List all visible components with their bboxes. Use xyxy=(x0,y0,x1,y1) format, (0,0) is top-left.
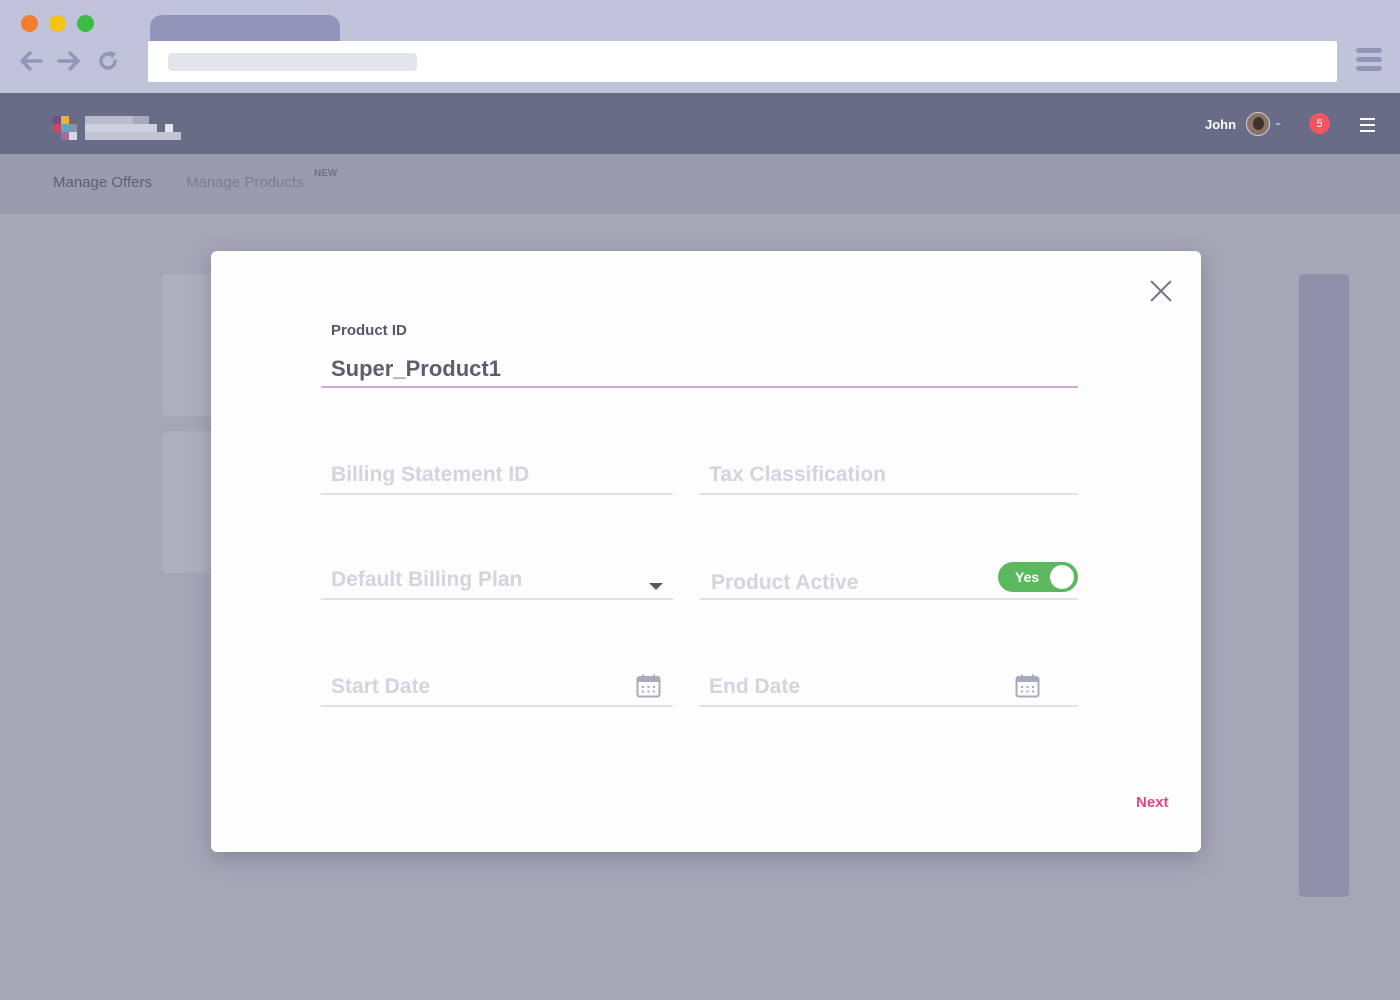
default-billing-plan-underline xyxy=(321,598,673,600)
start-date-input[interactable] xyxy=(321,667,673,707)
product-modal: Product ID Product Active Yes xyxy=(211,251,1201,852)
product-id-label: Product ID xyxy=(331,322,407,339)
product-active-underline xyxy=(699,598,1078,600)
product-active-label: Product Active xyxy=(711,571,859,594)
window-close-dot[interactable] xyxy=(21,15,38,32)
default-billing-plan-select[interactable] xyxy=(321,560,673,600)
product-active-toggle[interactable]: Yes xyxy=(998,562,1078,592)
address-bar[interactable] xyxy=(148,41,1337,82)
toggle-knob xyxy=(1050,565,1074,589)
back-arrow-icon[interactable] xyxy=(17,47,45,75)
start-date-underline xyxy=(321,705,673,707)
calendar-icon[interactable] xyxy=(1015,674,1040,698)
close-icon[interactable] xyxy=(1149,279,1173,303)
product-id-underline xyxy=(321,386,1078,388)
user-menu-caret-icon[interactable] xyxy=(1275,123,1281,126)
tax-classification-field xyxy=(699,455,1078,495)
tab-manage-offers[interactable]: Manage Offers xyxy=(53,174,152,191)
app-logo xyxy=(53,116,183,140)
app-menu-icon[interactable] xyxy=(1360,118,1376,132)
next-button[interactable]: Next xyxy=(1136,794,1169,811)
window-minimize-dot[interactable] xyxy=(49,15,66,32)
product-active-field: Product Active Yes xyxy=(699,560,1078,600)
chevron-down-icon[interactable] xyxy=(649,583,663,590)
calendar-icon[interactable] xyxy=(636,674,661,698)
user-avatar[interactable] xyxy=(1246,112,1270,136)
user-name[interactable]: John xyxy=(1205,117,1236,132)
background-side-panel xyxy=(1299,274,1349,897)
browser-chrome xyxy=(0,0,1400,93)
end-date-field xyxy=(699,667,1078,707)
product-id-field xyxy=(321,348,1078,388)
tax-classification-underline xyxy=(699,493,1078,495)
window-maximize-dot[interactable] xyxy=(77,15,94,32)
forward-arrow-icon[interactable] xyxy=(55,47,83,75)
billing-statement-id-underline xyxy=(321,493,673,495)
reload-icon[interactable] xyxy=(94,47,122,75)
new-tag: NEW xyxy=(314,168,338,179)
default-billing-plan-input[interactable] xyxy=(321,560,673,600)
billing-statement-id-field xyxy=(321,455,673,495)
browser-tab[interactable] xyxy=(150,15,340,43)
notification-badge[interactable]: 5 xyxy=(1309,113,1330,134)
product-id-input[interactable] xyxy=(321,348,1078,388)
url-placeholder xyxy=(168,53,417,71)
toggle-state-text: Yes xyxy=(1015,569,1040,585)
tax-classification-input[interactable] xyxy=(699,455,1078,495)
end-date-underline xyxy=(699,705,1078,707)
start-date-field xyxy=(321,667,673,707)
app-header xyxy=(0,93,1400,154)
browser-menu-icon[interactable] xyxy=(1356,48,1384,76)
tab-manage-products[interactable]: Manage Products xyxy=(186,174,304,191)
billing-statement-id-input[interactable] xyxy=(321,455,673,495)
